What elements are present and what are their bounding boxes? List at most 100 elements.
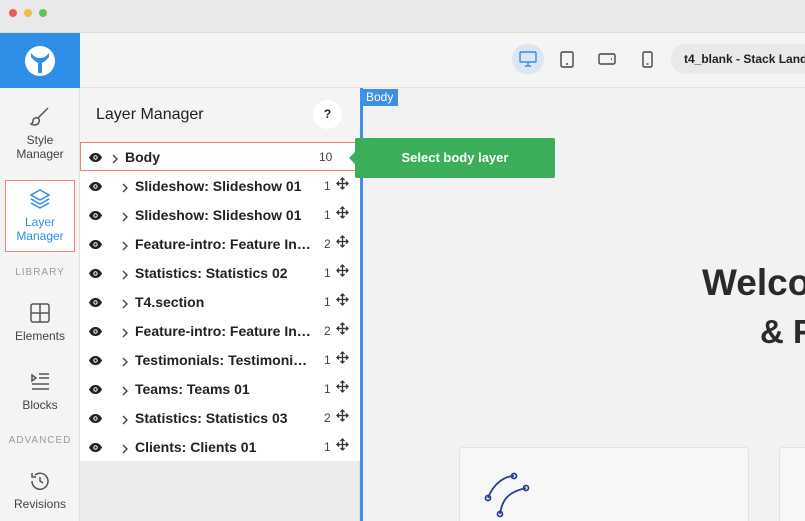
brush-icon <box>29 107 49 126</box>
rail-label-elements: Elements <box>14 329 66 343</box>
layer-row[interactable]: Feature-intro: Feature Intro 01 2 <box>80 229 360 258</box>
chevron-right-icon[interactable] <box>121 180 129 196</box>
move-icon[interactable] <box>336 438 349 454</box>
tablet-landscape-icon <box>598 53 616 65</box>
rail-label-layer-manager: Layer Manager <box>16 215 64 243</box>
layer-name: Feature-intro: Feature Intro 01 <box>135 236 313 252</box>
eye-icon[interactable] <box>88 295 103 311</box>
device-tablet-button[interactable] <box>551 44 583 74</box>
history-icon <box>31 472 49 490</box>
eye-icon[interactable] <box>88 179 103 195</box>
layer-row[interactable]: Clients: Clients 01 1 <box>80 432 360 461</box>
move-icon[interactable] <box>336 206 349 222</box>
eye-icon[interactable] <box>88 237 103 253</box>
layer-row[interactable]: Statistics: Statistics 03 2 <box>80 403 360 432</box>
chevron-right-icon[interactable] <box>121 441 129 457</box>
chevron-right-icon[interactable] <box>121 412 129 428</box>
eye-icon[interactable] <box>88 208 103 224</box>
desktop-icon <box>519 51 537 67</box>
layer-row[interactable]: Testimonials: Testimonials 01 1 <box>80 345 360 374</box>
body-tag: Body <box>361 89 399 106</box>
layer-name: Body <box>125 149 160 165</box>
layer-row[interactable]: Slideshow: Slideshow 01 1 <box>80 171 360 200</box>
eye-icon[interactable] <box>88 440 103 456</box>
chevron-right-icon[interactable] <box>111 151 119 167</box>
tablet-icon <box>560 50 574 68</box>
help-button[interactable]: ? <box>313 100 342 129</box>
rail-blocks[interactable]: Blocks <box>0 370 80 412</box>
layer-count: 1 <box>324 295 331 309</box>
device-desktop-button[interactable] <box>512 44 544 74</box>
layer-row[interactable]: Teams: Teams 01 1 <box>80 374 360 403</box>
move-icon[interactable] <box>336 351 349 367</box>
layer-row[interactable]: Statistics: Statistics 02 1 <box>80 258 360 287</box>
mobile-icon <box>641 50 653 68</box>
advanced-heading: ADVANCED <box>8 435 72 446</box>
layer-name: Slideshow: Slideshow 01 <box>135 207 302 223</box>
layer-name: T4.section <box>135 294 205 310</box>
rail-style-manager[interactable]: Style Manager <box>0 105 80 161</box>
move-icon[interactable] <box>336 235 349 251</box>
logo-icon <box>25 45 55 76</box>
layer-name: Statistics: Statistics 03 <box>135 410 288 426</box>
window-titlebar <box>0 0 805 33</box>
chevron-right-icon[interactable] <box>121 354 129 370</box>
feature-card <box>459 447 749 521</box>
select-body-tooltip[interactable]: Select body layer <box>349 138 555 178</box>
layer-count: 1 <box>324 353 331 367</box>
layer-count: 10 <box>319 150 333 164</box>
layer-name: Statistics: Statistics 02 <box>135 265 288 281</box>
eye-icon[interactable] <box>88 150 103 166</box>
rail-revisions[interactable]: Revisions <box>0 469 80 511</box>
layers-icon <box>29 189 51 209</box>
page-selector[interactable]: t4_blank - Stack Landing <box>671 44 805 74</box>
bezier-curve-icon <box>484 472 530 518</box>
layer-count: 1 <box>324 208 331 222</box>
move-icon[interactable] <box>336 380 349 396</box>
eye-icon[interactable] <box>88 411 103 427</box>
device-tablet-landscape-button[interactable] <box>591 44 623 74</box>
layer-count: 1 <box>324 382 331 396</box>
layer-name: Teams: Teams 01 <box>135 381 250 397</box>
layer-count: 1 <box>324 266 331 280</box>
layer-list: Body 10 Slideshow: Slideshow 01 1 Slidesho… <box>80 142 360 461</box>
hero-headline: Welco <box>702 262 805 303</box>
eye-icon[interactable] <box>88 353 103 369</box>
layer-row[interactable]: T4.section 1 <box>80 287 360 316</box>
feature-card-2 <box>779 447 805 521</box>
chevron-right-icon[interactable] <box>121 383 129 399</box>
maximize-window-button[interactable] <box>39 9 47 17</box>
layer-count: 2 <box>324 324 331 338</box>
layer-manager-panel: Layer Manager ? Body 10 Slideshow: Slide… <box>80 88 360 521</box>
minimize-window-button[interactable] <box>24 9 32 17</box>
layer-name: Slideshow: Slideshow 01 <box>135 178 302 194</box>
eye-icon[interactable] <box>88 266 103 282</box>
layer-row-body[interactable]: Body 10 <box>80 142 360 171</box>
move-icon[interactable] <box>336 177 349 193</box>
panel-title: Layer Manager <box>96 106 204 123</box>
layer-row[interactable]: Feature-intro: Feature Intro 02 2 <box>80 316 360 345</box>
blocks-icon <box>31 373 49 390</box>
layer-row[interactable]: Slideshow: Slideshow 01 1 <box>80 200 360 229</box>
eye-icon[interactable] <box>88 382 103 398</box>
layer-name: Feature-intro: Feature Intro 02 <box>135 323 313 339</box>
left-rail: Style Manager Layer Manager LIBRARY Elem… <box>0 33 80 521</box>
rail-layer-manager[interactable]: Layer Manager <box>5 180 75 252</box>
move-icon[interactable] <box>336 409 349 425</box>
move-icon[interactable] <box>336 264 349 280</box>
chevron-right-icon[interactable] <box>121 267 129 283</box>
chevron-right-icon[interactable] <box>121 209 129 225</box>
layer-count: 1 <box>324 440 331 454</box>
eye-icon[interactable] <box>88 324 103 340</box>
close-window-button[interactable] <box>9 9 17 17</box>
layer-count: 2 <box>324 237 331 251</box>
panel-header: Layer Manager ? <box>80 88 360 142</box>
chevron-right-icon[interactable] <box>121 325 129 341</box>
move-icon[interactable] <box>336 322 349 338</box>
chevron-right-icon[interactable] <box>121 238 129 254</box>
chevron-right-icon[interactable] <box>121 296 129 312</box>
move-icon[interactable] <box>336 293 349 309</box>
app-logo[interactable] <box>0 33 80 88</box>
rail-elements[interactable]: Elements <box>0 301 80 343</box>
device-mobile-button[interactable] <box>631 44 663 74</box>
